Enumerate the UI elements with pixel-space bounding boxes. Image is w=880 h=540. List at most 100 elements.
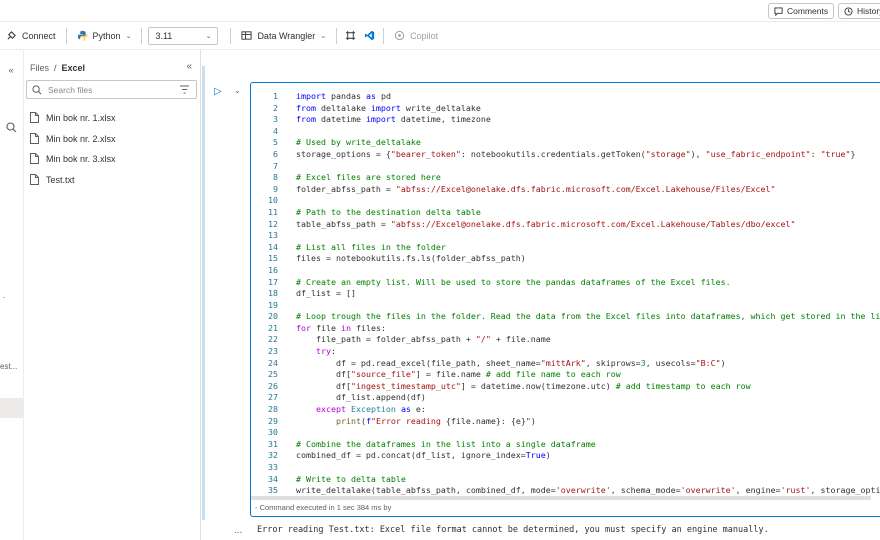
run-cell-icon[interactable]: ▷ bbox=[214, 86, 222, 97]
code-line: 6 storage_options = {"bearer_token": note… bbox=[251, 149, 880, 161]
code-line: 28 except Exception as e: bbox=[251, 404, 880, 416]
line-number: 28 bbox=[268, 404, 278, 415]
file-name: Min bok nr. 1.xlsx bbox=[46, 112, 116, 123]
code-line: 34 # Write to delta table bbox=[251, 474, 880, 486]
connect-button[interactable]: Connect bbox=[0, 26, 62, 46]
line-number: 32 bbox=[268, 450, 278, 461]
line-number: 27 bbox=[268, 392, 278, 403]
line-number: 13 bbox=[268, 230, 278, 241]
line-number: 31 bbox=[268, 438, 278, 449]
code-line: 20 # Loop trough the files in the folder.… bbox=[251, 311, 880, 323]
chevron-down-icon: ⌄ bbox=[205, 32, 212, 40]
file-item[interactable]: Test.txt bbox=[30, 174, 75, 185]
copilot-button[interactable]: Copilot bbox=[388, 26, 444, 46]
code-line: 26 df["ingest_timestamp_utc"] = datetime… bbox=[251, 381, 880, 393]
collapse-panel-icon[interactable]: « bbox=[186, 61, 192, 72]
search-icon[interactable] bbox=[4, 120, 18, 134]
notebook-area: ▷ ⌄ 1 import pandas as pd 2 from deltalake … bbox=[202, 50, 880, 540]
line-number: 25 bbox=[268, 369, 278, 380]
line-number: 1 bbox=[273, 91, 278, 101]
line-number: 29 bbox=[268, 415, 278, 426]
history-label: History bbox=[857, 6, 880, 16]
code-line: 11 # Path to the destination delta table bbox=[251, 207, 880, 219]
vscode-button[interactable] bbox=[360, 26, 379, 46]
notebook-toolbar: Connect Python ⌄ 3.11 ⌄ Data Wrangler ⌄ … bbox=[0, 22, 880, 50]
code-line: 31 # Combine the dataframes in the list i… bbox=[251, 439, 880, 451]
code-cell[interactable]: 1 import pandas as pd 2 from deltalake impo… bbox=[250, 82, 880, 517]
file-icon bbox=[30, 133, 39, 144]
frame-button[interactable] bbox=[341, 26, 360, 46]
code-line: 10 bbox=[251, 195, 880, 207]
code-line: 25 df["source_file"] = file.name # add f… bbox=[251, 369, 880, 381]
line-number: 9 bbox=[273, 183, 278, 194]
file-item[interactable]: Min bok nr. 1.xlsx bbox=[30, 112, 116, 123]
comments-button[interactable]: Comments bbox=[768, 3, 835, 19]
history-button[interactable]: History bbox=[838, 3, 880, 19]
code-line: 27 df_list.append(df) bbox=[251, 392, 880, 404]
line-number: 4 bbox=[273, 125, 278, 136]
breadcrumb-root[interactable]: Files bbox=[30, 63, 49, 73]
copilot-icon bbox=[395, 30, 405, 41]
rail-selected-item[interactable] bbox=[0, 398, 24, 418]
file-name: Min bok nr. 2.xlsx bbox=[46, 133, 116, 144]
code-line: 14 # List all files in the folder bbox=[251, 242, 880, 254]
search-field[interactable] bbox=[26, 80, 197, 99]
line-number: 34 bbox=[268, 473, 278, 484]
code-line: 18 df_list = [] bbox=[251, 288, 880, 300]
vscode-icon bbox=[365, 30, 375, 41]
language-label: Python bbox=[92, 30, 121, 41]
line-number: 3 bbox=[273, 114, 278, 125]
code-line: 7 bbox=[251, 161, 880, 173]
line-number: 23 bbox=[268, 346, 278, 357]
breadcrumb: Files / Excel bbox=[30, 63, 85, 73]
toolbar-divider bbox=[65, 27, 67, 44]
code-line: 9 folder_abfss_path = "abfss://Excel@onel… bbox=[251, 184, 880, 196]
file-icon bbox=[30, 153, 39, 164]
connect-label: Connect bbox=[22, 30, 56, 41]
line-number: 20 bbox=[268, 311, 278, 322]
code-line: 17 # Create an empty list. Will be used t… bbox=[251, 277, 880, 289]
line-number: 22 bbox=[268, 334, 278, 345]
line-number: 10 bbox=[268, 195, 278, 206]
line-number: 18 bbox=[268, 288, 278, 299]
breadcrumb-current: Excel bbox=[61, 63, 86, 73]
comment-icon bbox=[774, 6, 783, 16]
plug-icon bbox=[7, 31, 16, 40]
filter-icon[interactable] bbox=[179, 84, 190, 95]
file-item[interactable]: Min bok nr. 2.xlsx bbox=[30, 133, 116, 144]
code-line: 32 combined_df = pd.concat(df_list, ignor… bbox=[251, 450, 880, 462]
code-line: 13 bbox=[251, 230, 880, 242]
file-name: Test.txt bbox=[46, 174, 75, 185]
python-icon bbox=[77, 30, 88, 41]
line-number: 15 bbox=[268, 253, 278, 264]
code-line: 12 table_abfss_path = "abfss://Excel@onel… bbox=[251, 219, 880, 231]
line-number: 17 bbox=[268, 276, 278, 287]
horizontal-scrollbar[interactable] bbox=[251, 496, 871, 500]
code-editor[interactable]: 1 import pandas as pd 2 from deltalake impo… bbox=[251, 91, 880, 497]
line-number: 11 bbox=[268, 206, 278, 217]
toolbar-divider bbox=[141, 27, 143, 44]
cell-output: Error reading Test.txt: Excel file forma… bbox=[257, 525, 769, 535]
file-name: Min bok nr. 3.xlsx bbox=[46, 153, 116, 164]
line-number: 26 bbox=[268, 380, 278, 391]
code-line: 33 bbox=[251, 462, 880, 474]
code-line: 16 bbox=[251, 265, 880, 277]
version-dropdown[interactable]: 3.11 ⌄ bbox=[148, 26, 219, 45]
code-line: 24 df = pd.read_excel(file_path, sheet_n… bbox=[251, 358, 880, 370]
cell-collapse-chevron-icon[interactable]: ⌄ bbox=[234, 86, 241, 95]
code-line: 5 # Used by write_deltalake bbox=[251, 137, 880, 149]
dot-marker: · bbox=[2, 292, 6, 302]
expand-rail-icon[interactable]: « bbox=[4, 63, 18, 77]
data-wrangler-button[interactable]: Data Wrangler ⌄ bbox=[235, 26, 332, 46]
search-input[interactable] bbox=[48, 84, 168, 95]
execution-status: - Command executed in 1 sec 384 ms by bbox=[255, 503, 392, 512]
search-icon bbox=[32, 84, 42, 94]
chevron-down-icon: ⌄ bbox=[125, 32, 132, 40]
frame-icon bbox=[346, 30, 356, 41]
toolbar-divider bbox=[230, 27, 232, 44]
file-icon bbox=[30, 174, 39, 185]
output-more-icon[interactable]: ... bbox=[234, 525, 242, 536]
language-selector[interactable]: Python ⌄ bbox=[71, 26, 138, 46]
file-item[interactable]: Min bok nr. 3.xlsx bbox=[30, 153, 116, 164]
code-line: 15 files = notebookutils.fs.ls(folder_abf… bbox=[251, 253, 880, 265]
